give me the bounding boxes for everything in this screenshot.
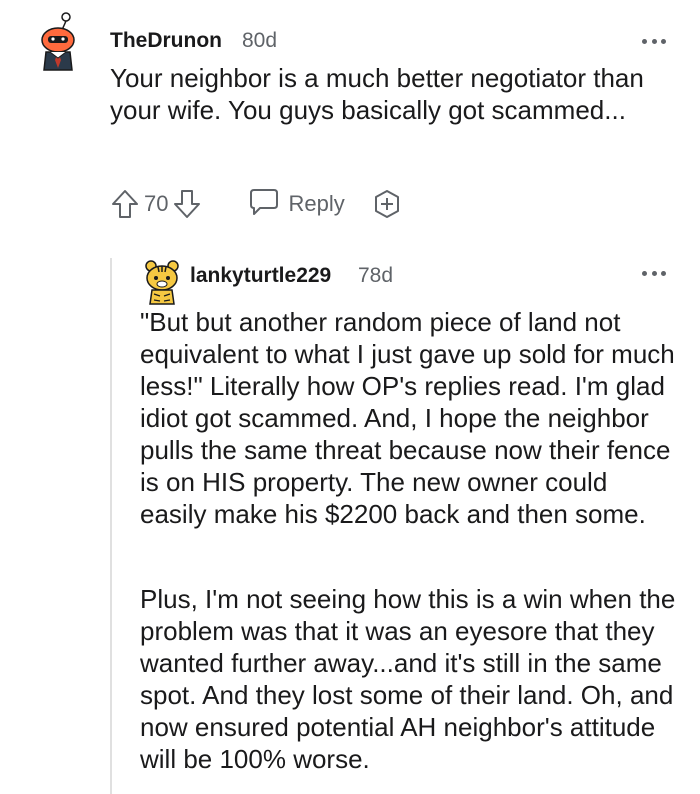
comment-actions: 70 Reply <box>110 184 403 224</box>
comment-timestamp: 78d <box>358 264 394 287</box>
speech-bubble-icon <box>248 187 280 222</box>
upvote-arrow-icon[interactable] <box>110 188 140 220</box>
comment-body: Your neighbor is a much better negotiato… <box>110 63 644 125</box>
comment-body-paragraph: Plus, I'm not seeing how this is a win w… <box>140 584 676 774</box>
more-options-icon[interactable] <box>642 268 666 278</box>
award-plus-icon[interactable] <box>371 188 403 220</box>
comment-username[interactable]: lankyturtle229 <box>190 264 331 288</box>
comment-thedrunon: TheDrunon 80d Your neighbor is a much be… <box>0 0 700 240</box>
comment-body-paragraph: "But but another random piece of land no… <box>140 307 675 529</box>
downvote-arrow-icon[interactable] <box>172 188 202 220</box>
comment-timestamp: 80d <box>242 29 278 52</box>
user-avatar-icon[interactable] <box>36 12 84 72</box>
reply-button[interactable]: Reply <box>248 187 345 222</box>
tiger-snoo-avatar-icon[interactable] <box>140 256 184 306</box>
more-options-icon[interactable] <box>642 36 666 46</box>
comment-lankyturtle229: lankyturtle229 78d "But but another rand… <box>110 240 700 794</box>
comment-username[interactable]: TheDrunon <box>110 29 222 53</box>
reply-label: Reply <box>288 191 345 216</box>
vote-count: 70 <box>144 191 169 216</box>
